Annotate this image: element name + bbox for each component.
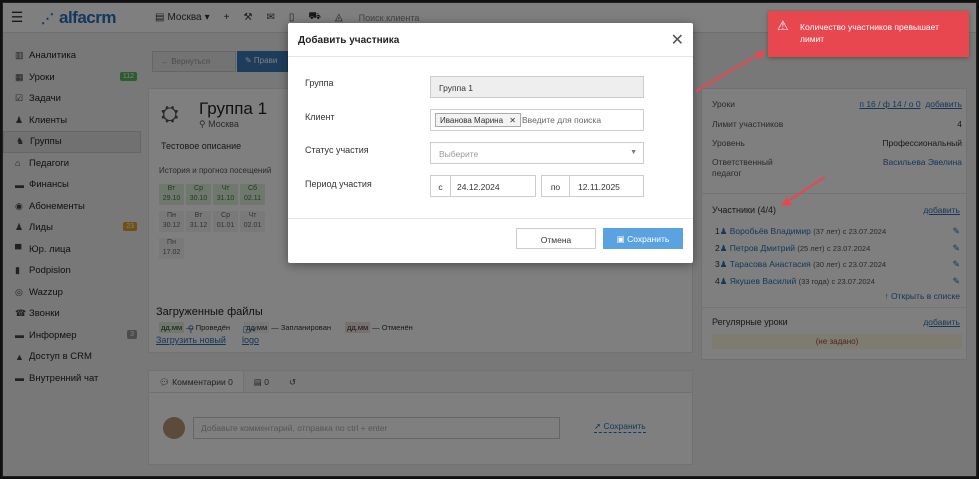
- status-select-placeholder: Выберите: [439, 149, 479, 159]
- period-from-field[interactable]: с 24.12.2024: [430, 175, 536, 197]
- app-window: ☰ ⋰ alfacrm ▤ Москва ▾ + ⚒ ✉ ▯ ⛟ ◬ Поиск…: [2, 2, 977, 477]
- save-button[interactable]: ▣ Сохранить: [603, 228, 683, 249]
- client-search-placeholder[interactable]: Введите для поиска: [522, 115, 601, 125]
- period-from-value: 24.12.2024: [457, 182, 500, 192]
- status-select[interactable]: Выберите ▼: [430, 142, 644, 164]
- group-field: Группа 1: [430, 76, 644, 98]
- period-to-prefix: по: [542, 176, 570, 196]
- client-field-label: Клиент: [305, 112, 335, 122]
- add-participant-modal: Добавить участника ✕ Группа Группа 1 Кли…: [288, 23, 693, 263]
- status-field-label: Статус участия: [305, 145, 369, 155]
- warning-icon: ⚠: [777, 18, 789, 33]
- period-field-label: Период участия: [305, 179, 372, 189]
- cancel-button[interactable]: Отмена: [516, 228, 596, 249]
- group-field-label: Группа: [305, 78, 334, 88]
- floppy-icon: ▣: [616, 234, 625, 244]
- client-tag: Иванова Марина ✕: [435, 113, 521, 127]
- alert-text: Количество участников превышает лимит: [800, 22, 939, 44]
- close-icon[interactable]: ✕: [671, 30, 684, 50]
- save-button-label: Сохранить: [627, 234, 670, 244]
- caret-down-icon: ▼: [630, 149, 637, 156]
- period-to-field[interactable]: по 12.11.2025: [541, 175, 644, 197]
- client-tag-label: Иванова Марина: [440, 116, 504, 125]
- period-to-value: 12.11.2025: [578, 182, 620, 192]
- modal-title: Добавить участника: [298, 35, 400, 46]
- modal-footer-divider: [288, 218, 693, 219]
- client-field[interactable]: Иванова Марина ✕ Введите для поиска: [430, 109, 644, 131]
- modal-header: Добавить участника ✕: [288, 23, 693, 57]
- limit-alert[interactable]: ⚠ Количество участников превышает лимит: [768, 11, 969, 57]
- period-from-prefix: с: [431, 176, 451, 196]
- remove-tag-icon[interactable]: ✕: [509, 116, 516, 125]
